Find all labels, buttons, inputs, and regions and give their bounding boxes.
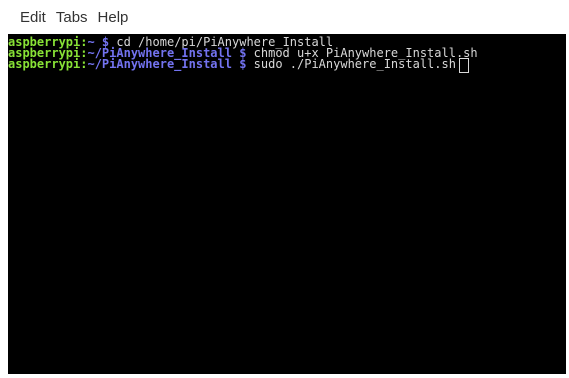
menu-edit[interactable]: Edit bbox=[20, 7, 46, 28]
terminal-output[interactable]: aspberrypi: ~ $ cd /home/pi/PiAnywhere_In… bbox=[8, 34, 566, 374]
terminal-line: aspberrypi: ~/PiAnywhere_Install $ sudo .… bbox=[8, 57, 566, 73]
menu-help[interactable]: Help bbox=[98, 7, 129, 28]
menu-tabs[interactable]: Tabs bbox=[56, 7, 88, 28]
prompt-host: aspberrypi: bbox=[8, 57, 88, 71]
prompt-path: ~/PiAnywhere_Install $ bbox=[87, 57, 247, 71]
text-cursor bbox=[458, 58, 469, 73]
command-text: sudo ./PiAnywhere_Install.sh bbox=[246, 57, 456, 71]
terminal-window: Edit Tabs Help aspberrypi: ~ $ cd /home/p… bbox=[0, 0, 569, 378]
menubar: Edit Tabs Help bbox=[0, 0, 569, 34]
